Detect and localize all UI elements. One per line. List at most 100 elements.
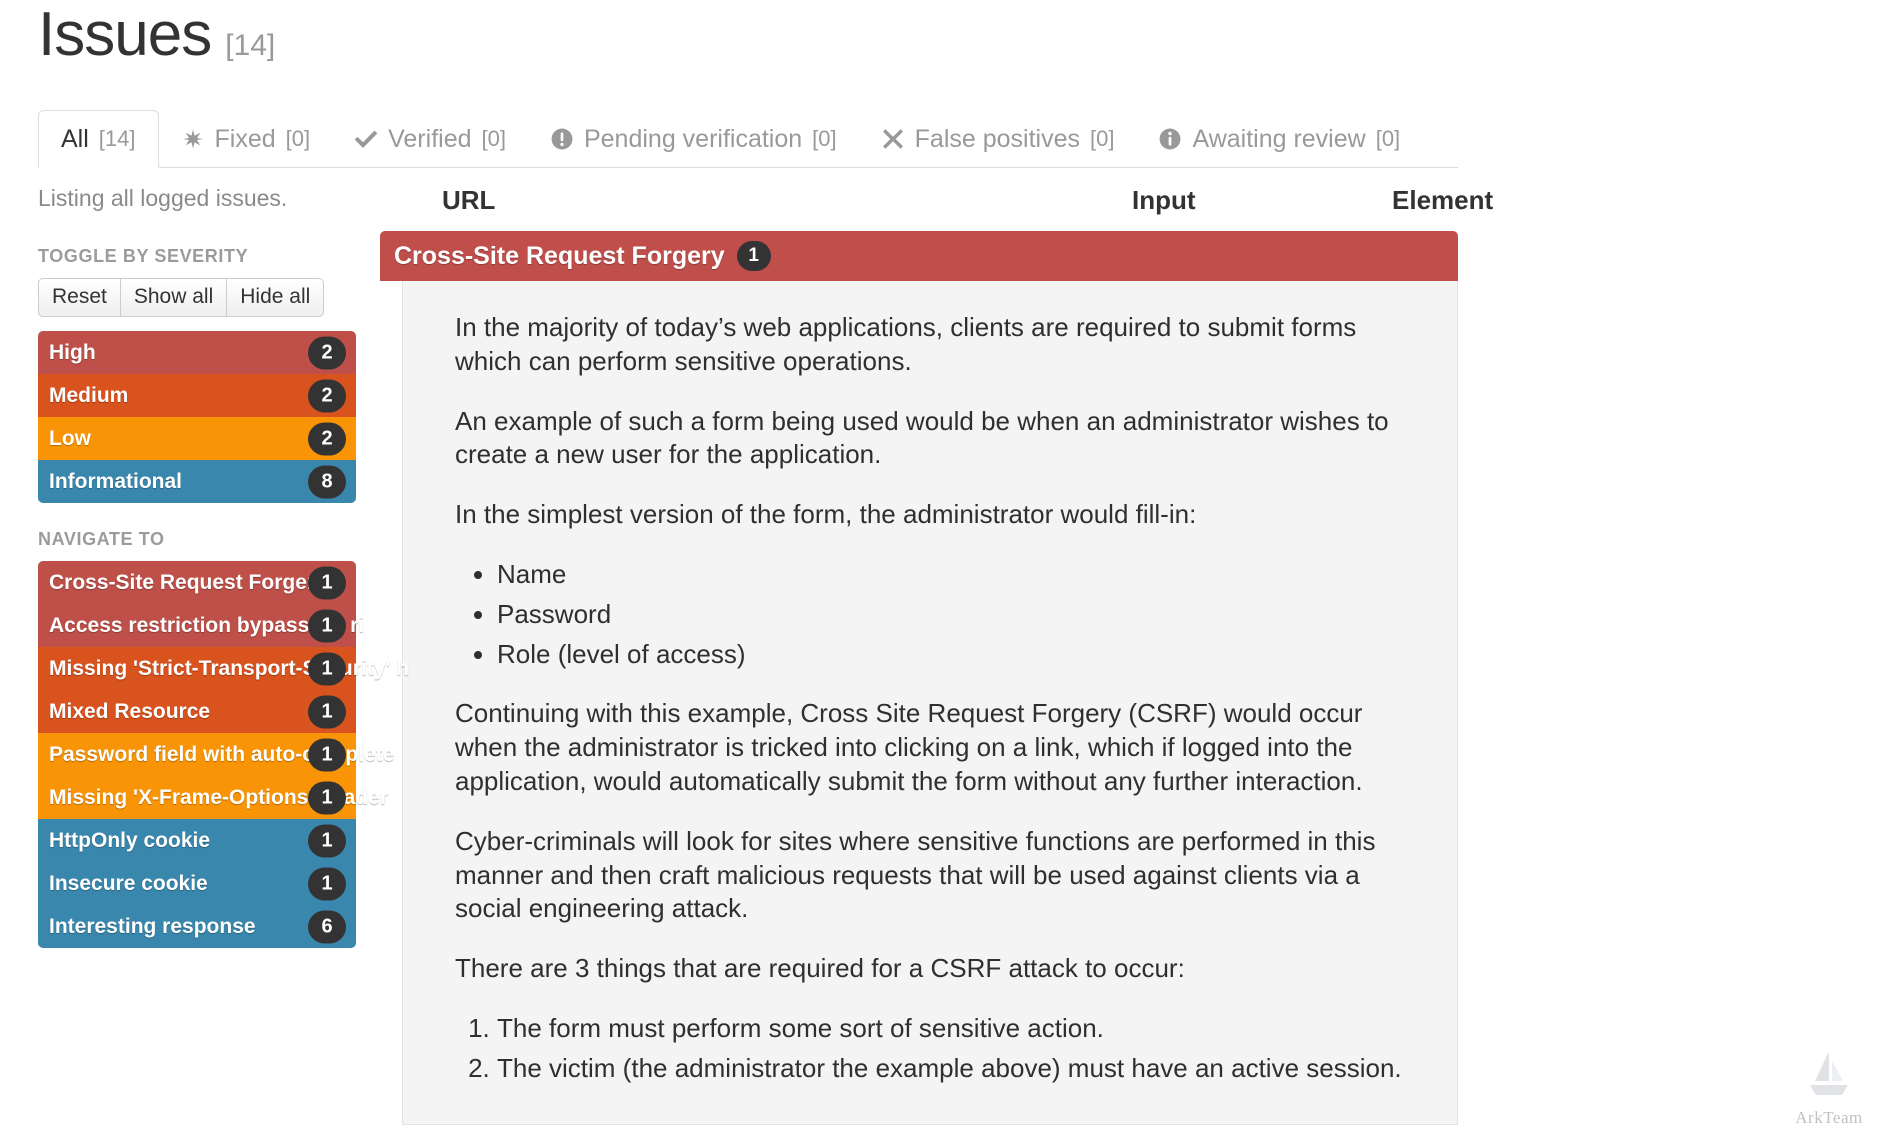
navigate-item-count-badge: 1 — [308, 652, 346, 685]
main-content: URL Input Element Cross-Site Request For… — [380, 185, 1880, 1125]
navigate-to-heading: NAVIGATE TO — [38, 529, 165, 549]
navigate-item-httponly-cookie[interactable]: HttpOnly cookie 1 — [38, 819, 356, 862]
navigate-item-insecure-cookie[interactable]: Insecure cookie 1 — [38, 862, 356, 905]
issue-paragraph: Cyber-criminals will look for sites wher… — [455, 825, 1376, 924]
severity-count-badge: 2 — [308, 379, 346, 412]
issue-bullet-item: Name — [497, 558, 1417, 592]
tab-label: Pending verification — [583, 124, 803, 153]
tab-count: [0] — [1090, 126, 1115, 151]
severity-row-medium[interactable]: Medium 2 — [38, 374, 356, 417]
navigate-item-missing-x-frame-options-header[interactable]: Missing 'X-Frame-Options' header 1 — [38, 776, 388, 819]
issue-paragraph: Continuing with this example, Cross Site… — [455, 698, 1363, 796]
tab-label: False positives — [914, 124, 1080, 153]
severity-label: Low — [49, 426, 91, 450]
listing-note: Listing all logged issues. — [38, 185, 288, 211]
page-header: Issues [14] — [38, 4, 275, 66]
column-headers: URL Input Element — [380, 185, 1880, 231]
column-header-element: Element — [1392, 185, 1494, 215]
tab-count: [0] — [285, 126, 311, 151]
issue-card-count-badge: 1 — [736, 241, 771, 271]
navigate-item-count-badge: 1 — [308, 695, 346, 728]
severity-count-badge: 8 — [308, 465, 346, 498]
severity-toggle-buttons: Reset Show all Hide all — [38, 278, 358, 317]
navigate-item-label: Insecure cookie — [49, 871, 208, 895]
navigate-item-access-restriction-bypass-via-ri[interactable]: Access restriction bypass via ri 1 — [38, 604, 364, 647]
issue-card-header[interactable]: Cross-Site Request Forgery 1 — [380, 231, 1458, 281]
column-header-url: URL — [442, 185, 496, 215]
navigate-item-count-badge: 1 — [308, 566, 346, 599]
navigate-item-label: Cross-Site Request Forgery — [49, 570, 327, 594]
severity-list: High 2 Medium 2 Low 2 Informational 8 — [38, 331, 356, 503]
page-title-count: [14] — [225, 29, 276, 62]
issue-paragraph: In the simplest version of the form, the… — [455, 499, 1197, 530]
sidebar: Listing all logged issues. TOGGLE BY SEV… — [38, 185, 409, 948]
times-icon — [881, 127, 905, 151]
issues-page: Issues [14] All [14] Fixed [0] Verified [0] Pe… — [0, 0, 1886, 1134]
column-header-input: Input — [1132, 185, 1196, 215]
asterisk-icon — [181, 127, 205, 151]
issue-paragraph: In the majority of today’s web applicati… — [455, 312, 1357, 376]
navigate-item-interesting-response[interactable]: Interesting response 6 — [38, 905, 356, 948]
tab-all[interactable]: All [14] — [38, 110, 159, 168]
navigate-item-label: Interesting response — [49, 914, 256, 938]
issue-bullet-item: Password — [497, 598, 1417, 632]
tab-label: Verified — [388, 124, 472, 153]
page-title: Issues — [38, 0, 212, 69]
severity-row-informational[interactable]: Informational 8 — [38, 460, 356, 503]
navigate-item-label: HttpOnly cookie — [49, 828, 211, 852]
issue-paragraph: There are 3 things that are required for… — [455, 953, 1185, 984]
tab-false-positives[interactable]: False positives [0] — [859, 110, 1137, 168]
navigate-item-label: Missing 'Strict-Transport-Security' h — [49, 656, 410, 680]
tab-count: [0] — [481, 126, 506, 151]
sailboat-icon — [1810, 1051, 1848, 1095]
watermark-label: ArkTeam — [1795, 1108, 1863, 1127]
info-circle-icon — [1158, 127, 1182, 151]
issue-status-tabs: All [14] Fixed [0] Verified [0] Pending verifi… — [38, 110, 1458, 168]
tab-verified[interactable]: Verified [0] — [332, 110, 528, 168]
hide-all-button[interactable]: Hide all — [226, 278, 325, 317]
severity-label: Informational — [49, 469, 183, 493]
navigate-item-count-badge: 1 — [308, 824, 346, 857]
severity-count-badge: 2 — [308, 336, 346, 369]
issue-numbered-item: The victim (the administrator the exampl… — [497, 1052, 1417, 1086]
check-icon — [354, 127, 378, 151]
severity-row-high[interactable]: High 2 — [38, 331, 356, 374]
tab-fixed[interactable]: Fixed [0] — [159, 110, 333, 168]
navigate-item-count-badge: 1 — [308, 867, 346, 900]
severity-row-low[interactable]: Low 2 — [38, 417, 356, 460]
severity-count-badge: 2 — [308, 422, 346, 455]
tab-pending-verification[interactable]: Pending verification [0] — [528, 110, 859, 168]
severity-label: Medium — [49, 383, 129, 407]
navigate-item-count-badge: 1 — [308, 781, 346, 814]
issue-card: Cross-Site Request Forgery 1 In the majo… — [380, 231, 1458, 1125]
issue-card-body: In the majority of today’s web applicati… — [402, 281, 1458, 1125]
issue-numbered-list: The form must perform some sort of sensi… — [455, 1012, 1417, 1086]
navigate-item-mixed-resource[interactable]: Mixed Resource 1 — [38, 690, 356, 733]
reset-button[interactable]: Reset — [38, 278, 121, 317]
issue-card-title: Cross-Site Request Forgery — [394, 241, 725, 270]
tab-count: [0] — [812, 126, 837, 151]
tab-count: [14] — [98, 126, 136, 151]
toggle-by-severity-heading: TOGGLE BY SEVERITY — [38, 246, 249, 266]
severity-label: High — [49, 340, 96, 364]
watermark: ArkTeam — [1790, 1047, 1868, 1128]
show-all-button[interactable]: Show all — [119, 278, 228, 317]
tab-label: Awaiting review — [1192, 124, 1366, 153]
navigate-item-missing-strict-transport-security-h[interactable]: Missing 'Strict-Transport-Security' h1 — [38, 647, 409, 690]
issue-numbered-item: The form must perform some sort of sensi… — [497, 1012, 1417, 1046]
tab-count: [0] — [1375, 126, 1401, 151]
tab-label: All — [61, 124, 89, 153]
issue-bullet-item: Role (level of access) — [497, 638, 1417, 672]
navigate-item-count-badge: 1 — [308, 609, 346, 642]
navigate-item-password-field-with-auto-complete[interactable]: Password field with auto-complete 1 — [38, 733, 394, 776]
navigate-item-count-badge: 1 — [308, 738, 346, 771]
issue-bullet-list: Name Password Role (level of access) — [455, 558, 1417, 671]
navigate-to-list: Cross-Site Request Forgery 1 Access restri… — [38, 561, 409, 948]
navigate-item-count-badge: 6 — [308, 910, 346, 943]
tab-awaiting-review[interactable]: Awaiting review [0] — [1136, 110, 1422, 168]
navigate-item-cross-site-request-forgery[interactable]: Cross-Site Request Forgery 1 — [38, 561, 356, 604]
exclamation-circle-icon — [550, 127, 574, 151]
issue-paragraph: An example of such a form being used wou… — [455, 405, 1389, 470]
navigate-item-label: Mixed Resource — [49, 699, 211, 723]
tab-label: Fixed — [214, 124, 276, 153]
